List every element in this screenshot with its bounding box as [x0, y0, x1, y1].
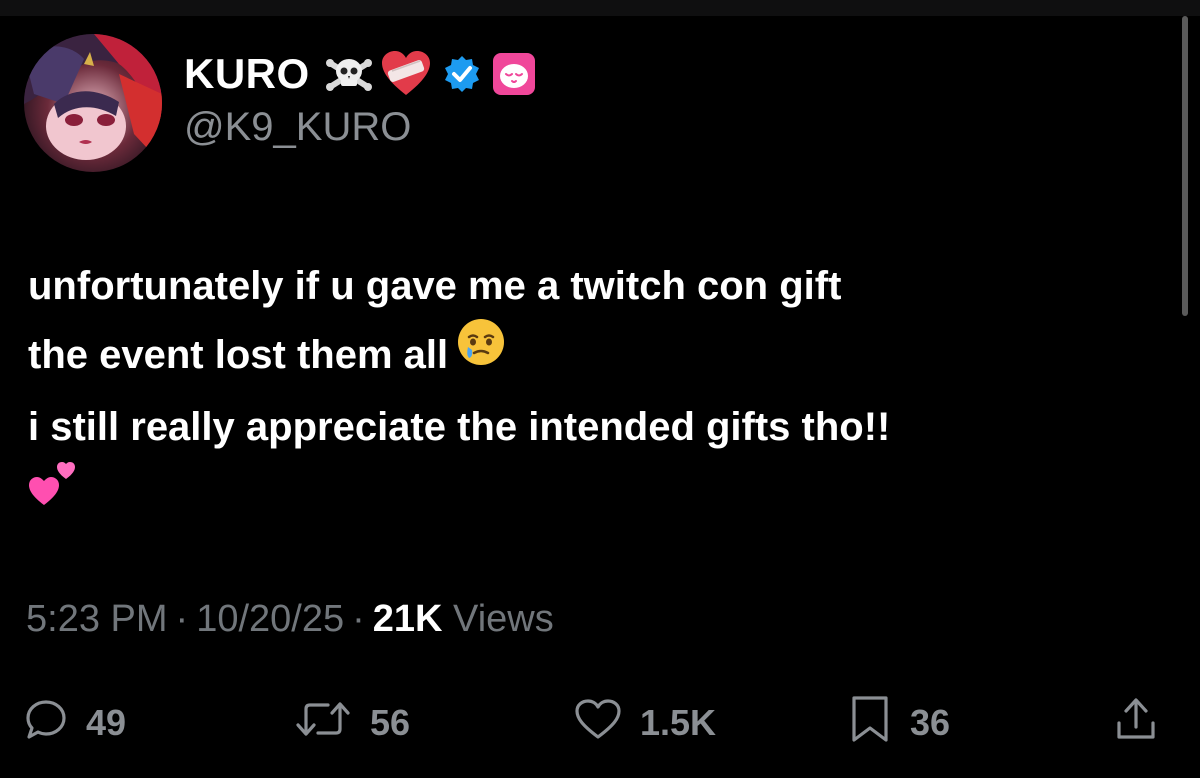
bookmark-button[interactable]: 36 [848, 690, 950, 756]
author-name-row[interactable]: KURO [184, 46, 536, 102]
avatar-image [24, 34, 162, 172]
share-button[interactable] [1114, 690, 1158, 756]
meta-separator: · [175, 598, 189, 640]
like-button[interactable]: 1.5K [574, 690, 716, 756]
views-label: Views [453, 598, 554, 640]
author-handle[interactable]: @K9_KURO [184, 105, 411, 150]
reply-count: 49 [86, 702, 127, 743]
avatar[interactable] [24, 34, 162, 172]
tweet-line-4 [28, 459, 1168, 534]
display-name[interactable]: KURO [184, 50, 310, 98]
tweet-line-2: the event lost them all [28, 319, 1168, 393]
repost-button[interactable]: 56 [294, 690, 410, 756]
skull-crossbones-icon [324, 49, 374, 99]
tweet-text: unfortunately if u gave me a twitch con … [28, 252, 1168, 535]
face-holding-back-tears-icon [456, 317, 506, 389]
share-icon [1114, 695, 1158, 752]
affiliate-badge-icon[interactable] [492, 52, 536, 96]
meta-separator: · [352, 598, 365, 640]
like-count: 1.5K [640, 702, 717, 743]
tweet-line-3: i still really appreciate the intended g… [28, 405, 891, 450]
scrollbar[interactable] [1179, 16, 1193, 776]
tweet-line-1: unfortunately if u gave me a twitch con … [28, 264, 842, 308]
tweet-line-2-text: the event lost them all [28, 333, 449, 377]
tweet-meta: 5:23 PM · 10/20/25 · 21K Views [26, 598, 554, 641]
reply-button[interactable]: 49 [24, 690, 126, 756]
heart-icon [574, 697, 622, 750]
scrollbar-thumb[interactable] [1182, 16, 1188, 316]
mending-heart-icon [380, 49, 432, 99]
action-bar: 49 56 1.5K 36 [0, 690, 1200, 756]
two-hearts-icon [28, 459, 78, 531]
repost-count: 56 [370, 702, 411, 743]
views-count: 21K [372, 598, 443, 640]
tweet-date[interactable]: 10/20/25 [196, 598, 344, 640]
verified-badge-icon[interactable] [442, 54, 482, 94]
bookmark-icon [848, 694, 892, 753]
repost-icon [294, 697, 352, 750]
tweet-time[interactable]: 5:23 PM [26, 598, 168, 640]
top-strip [0, 0, 1200, 16]
bookmark-count: 36 [910, 702, 951, 743]
reply-icon [24, 697, 68, 750]
